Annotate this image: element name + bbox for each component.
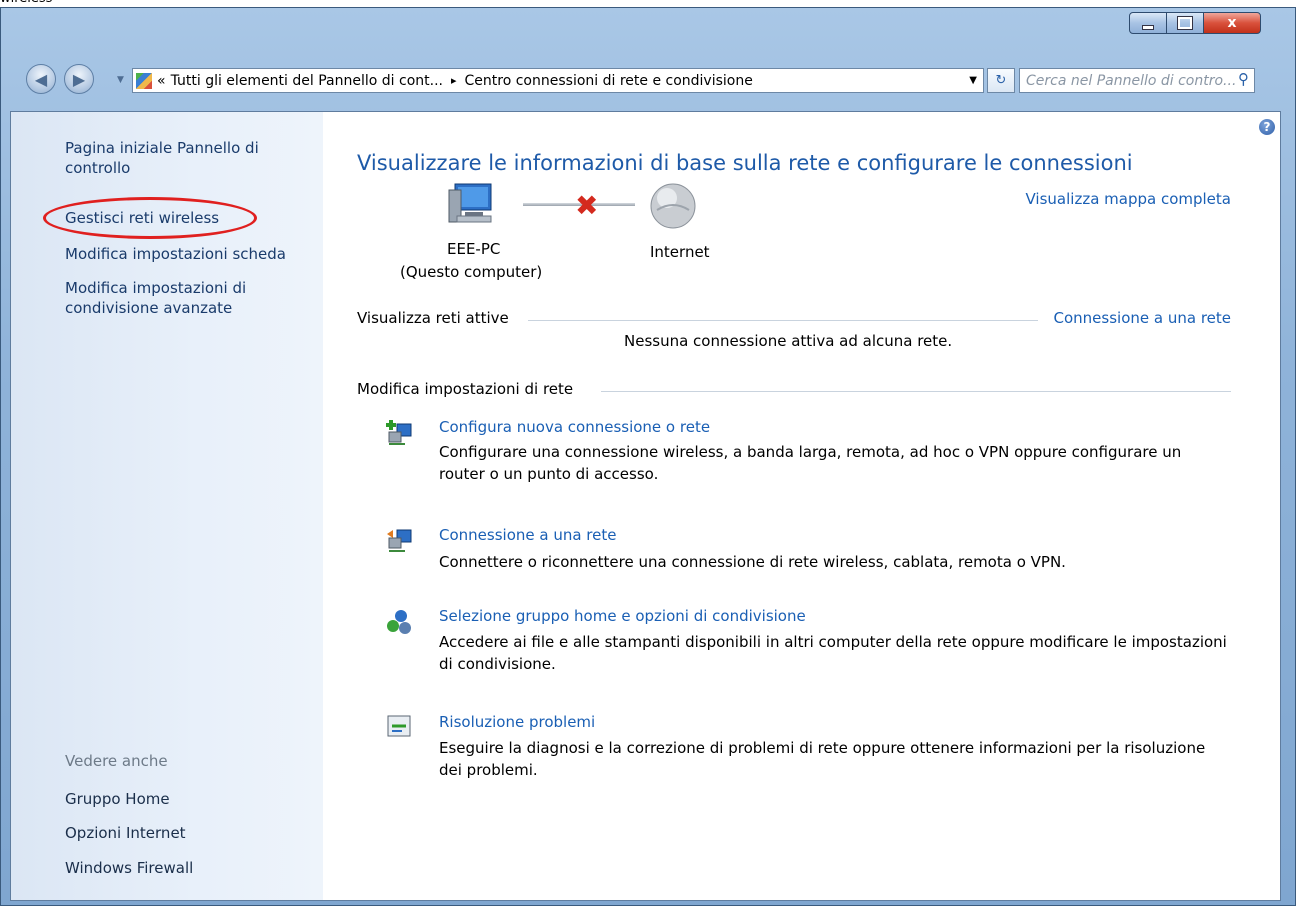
- settings-header: Modifica impostazioni di rete: [357, 380, 574, 398]
- option-connect-network-desc: Connettere o riconnettere una connession…: [439, 553, 1066, 571]
- search-icon[interactable]: ⚲: [1238, 70, 1249, 88]
- sidebar-link-sharing-settings[interactable]: Modifica impostazioni di condivisione av…: [65, 278, 295, 318]
- address-dropdown-icon[interactable]: ▼: [969, 75, 977, 86]
- forward-button[interactable]: ▶: [64, 64, 94, 94]
- cropped-window-caption: wireless: [0, 0, 52, 6]
- navigation-bar: ◀ ▶ ▼ « Tutti gli elementi del Pannello …: [1, 62, 1295, 106]
- back-button[interactable]: ◀: [26, 64, 56, 94]
- sidebar-link-control-panel-home[interactable]: Pagina iniziale Pannello di controllo: [65, 138, 295, 178]
- address-overflow[interactable]: «: [157, 73, 166, 89]
- search-placeholder: Cerca nel Pannello di contro...: [1026, 72, 1237, 89]
- active-networks-status: Nessuna connessione attiva ad alcuna ret…: [624, 332, 953, 350]
- homegroup-icon: [387, 610, 411, 634]
- new-connection-icon: [386, 420, 412, 445]
- search-input[interactable]: Cerca nel Pannello di contro... ⚲: [1019, 68, 1255, 93]
- connect-network-icon: [387, 529, 412, 552]
- page-title: Visualizzare le informazioni di base sul…: [357, 151, 1133, 175]
- breadcrumb-separator[interactable]: ▸: [451, 74, 457, 87]
- sidebar-link-windows-firewall[interactable]: Windows Firewall: [65, 858, 193, 878]
- title-bar: x: [1, 8, 1295, 48]
- internet-globe-icon[interactable]: [647, 180, 699, 232]
- full-map-link[interactable]: Visualizza mappa completa: [1026, 190, 1232, 208]
- annotation-circle: [43, 197, 257, 239]
- computer-icon[interactable]: [439, 180, 529, 230]
- main-panel: ? Visualizzare le informazioni di base s…: [323, 112, 1280, 900]
- breadcrumb-all-items[interactable]: Tutti gli elementi del Pannello di cont.…: [171, 73, 443, 89]
- forward-arrow-icon: ▶: [72, 69, 86, 89]
- help-icon[interactable]: ?: [1259, 119, 1275, 135]
- content-area: Pagina iniziale Pannello di controllo Ge…: [10, 111, 1281, 901]
- sidebar-link-adapter-settings[interactable]: Modifica impostazioni scheda: [65, 244, 286, 264]
- internet-label: Internet: [650, 243, 710, 261]
- minimize-button[interactable]: [1129, 12, 1167, 34]
- option-troubleshoot-link[interactable]: Risoluzione problemi: [439, 713, 595, 731]
- refresh-icon: ↻: [995, 73, 1007, 88]
- history-dropdown-icon[interactable]: ▼: [117, 75, 124, 85]
- active-networks-divider: [528, 320, 1038, 321]
- back-arrow-icon: ◀: [34, 69, 48, 89]
- option-troubleshoot-desc: Eseguire la diagnosi e la correzione di …: [439, 739, 1206, 779]
- active-networks-header: Visualizza reti attive: [357, 309, 509, 327]
- control-panel-icon: [136, 72, 152, 89]
- settings-divider: [601, 391, 1231, 392]
- refresh-button[interactable]: ↻: [987, 68, 1015, 93]
- option-new-connection-desc: Configurare una connessione wireless, a …: [439, 443, 1182, 483]
- troubleshoot-icon: [387, 715, 411, 737]
- window: x ◀ ▶ ▼ « Tutti gli elementi del Pannell…: [0, 7, 1296, 906]
- computer-name: EEE-PC: [447, 240, 501, 258]
- connect-network-link[interactable]: Connessione a una rete: [1054, 309, 1231, 327]
- minimize-icon: [1142, 24, 1154, 30]
- address-bar[interactable]: « Tutti gli elementi del Pannello di con…: [132, 68, 984, 93]
- option-homegroup-link[interactable]: Selezione gruppo home e opzioni di condi…: [439, 607, 806, 625]
- breadcrumb-network-center[interactable]: Centro connessioni di rete e condivision…: [465, 73, 753, 89]
- computer-subtitle: (Questo computer): [400, 263, 543, 281]
- maximize-icon: [1177, 16, 1193, 30]
- close-button[interactable]: x: [1203, 12, 1261, 34]
- disconnected-icon[interactable]: ✖: [575, 189, 598, 222]
- close-icon: x: [1227, 15, 1237, 31]
- sidebar-link-homegroup[interactable]: Gruppo Home: [65, 789, 170, 809]
- sidebar-link-internet-options[interactable]: Opzioni Internet: [65, 823, 186, 843]
- see-also-header: Vedere anche: [65, 752, 168, 770]
- maximize-button[interactable]: [1166, 12, 1204, 34]
- option-connect-network-link[interactable]: Connessione a una rete: [439, 526, 616, 544]
- option-new-connection-link[interactable]: Configura nuova connessione o rete: [439, 418, 710, 436]
- option-homegroup-desc: Accedere ai file e alle stampanti dispon…: [439, 633, 1227, 673]
- sidebar: Pagina iniziale Pannello di controllo Ge…: [11, 112, 323, 900]
